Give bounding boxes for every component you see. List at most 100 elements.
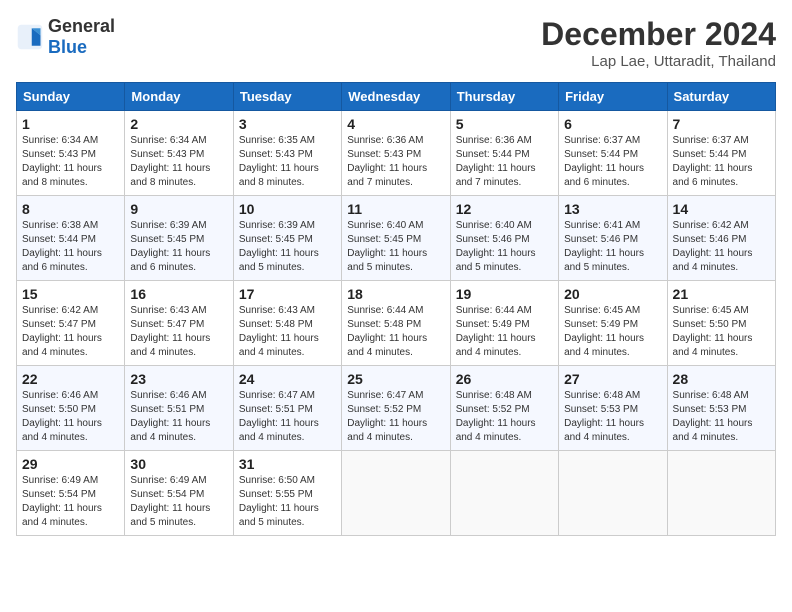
calendar-cell: 31 Sunrise: 6:50 AMSunset: 5:55 PMDaylig… — [233, 451, 341, 536]
calendar-cell: 25 Sunrise: 6:47 AMSunset: 5:52 PMDaylig… — [342, 366, 450, 451]
day-info: Sunrise: 6:48 AMSunset: 5:52 PMDaylight:… — [456, 390, 536, 443]
calendar-cell: 22 Sunrise: 6:46 AMSunset: 5:50 PMDaylig… — [17, 366, 125, 451]
day-info: Sunrise: 6:39 AMSunset: 5:45 PMDaylight:… — [239, 220, 319, 273]
day-info: Sunrise: 6:50 AMSunset: 5:55 PMDaylight:… — [239, 475, 319, 528]
day-number: 8 — [22, 201, 119, 217]
calendar-cell: 8 Sunrise: 6:38 AMSunset: 5:44 PMDayligh… — [17, 196, 125, 281]
day-number: 20 — [564, 286, 661, 302]
day-info: Sunrise: 6:44 AMSunset: 5:48 PMDaylight:… — [347, 305, 427, 358]
day-number: 21 — [673, 286, 770, 302]
calendar-cell: 13 Sunrise: 6:41 AMSunset: 5:46 PMDaylig… — [559, 196, 667, 281]
day-info: Sunrise: 6:49 AMSunset: 5:54 PMDaylight:… — [22, 475, 102, 528]
logo-blue-text: Blue — [48, 37, 87, 57]
day-info: Sunrise: 6:47 AMSunset: 5:51 PMDaylight:… — [239, 390, 319, 443]
page-header: General Blue December 2024 Lap Lae, Utta… — [16, 16, 776, 70]
calendar-day-header: Saturday — [667, 83, 775, 111]
day-info: Sunrise: 6:45 AMSunset: 5:49 PMDaylight:… — [564, 305, 644, 358]
day-info: Sunrise: 6:43 AMSunset: 5:48 PMDaylight:… — [239, 305, 319, 358]
calendar-day-header: Thursday — [450, 83, 558, 111]
logo-icon — [16, 23, 44, 51]
day-info: Sunrise: 6:34 AMSunset: 5:43 PMDaylight:… — [22, 135, 102, 188]
calendar-day-header: Tuesday — [233, 83, 341, 111]
calendar-week-row: 8 Sunrise: 6:38 AMSunset: 5:44 PMDayligh… — [17, 196, 776, 281]
day-info: Sunrise: 6:35 AMSunset: 5:43 PMDaylight:… — [239, 135, 319, 188]
calendar-cell: 6 Sunrise: 6:37 AMSunset: 5:44 PMDayligh… — [559, 111, 667, 196]
day-info: Sunrise: 6:45 AMSunset: 5:50 PMDaylight:… — [673, 305, 753, 358]
day-number: 15 — [22, 286, 119, 302]
day-info: Sunrise: 6:40 AMSunset: 5:45 PMDaylight:… — [347, 220, 427, 273]
calendar-cell: 29 Sunrise: 6:49 AMSunset: 5:54 PMDaylig… — [17, 451, 125, 536]
calendar-cell: 9 Sunrise: 6:39 AMSunset: 5:45 PMDayligh… — [125, 196, 233, 281]
day-info: Sunrise: 6:42 AMSunset: 5:46 PMDaylight:… — [673, 220, 753, 273]
day-number: 30 — [130, 456, 227, 472]
day-number: 28 — [673, 371, 770, 387]
day-number: 18 — [347, 286, 444, 302]
calendar-cell — [667, 451, 775, 536]
day-info: Sunrise: 6:43 AMSunset: 5:47 PMDaylight:… — [130, 305, 210, 358]
day-number: 25 — [347, 371, 444, 387]
day-info: Sunrise: 6:40 AMSunset: 5:46 PMDaylight:… — [456, 220, 536, 273]
calendar-cell: 15 Sunrise: 6:42 AMSunset: 5:47 PMDaylig… — [17, 281, 125, 366]
calendar-cell: 14 Sunrise: 6:42 AMSunset: 5:46 PMDaylig… — [667, 196, 775, 281]
day-number: 16 — [130, 286, 227, 302]
day-info: Sunrise: 6:49 AMSunset: 5:54 PMDaylight:… — [130, 475, 210, 528]
day-info: Sunrise: 6:34 AMSunset: 5:43 PMDaylight:… — [130, 135, 210, 188]
location-title: Lap Lae, Uttaradit, Thailand — [541, 53, 776, 70]
day-number: 19 — [456, 286, 553, 302]
calendar-day-header: Monday — [125, 83, 233, 111]
calendar-day-header: Wednesday — [342, 83, 450, 111]
day-number: 2 — [130, 116, 227, 132]
day-info: Sunrise: 6:47 AMSunset: 5:52 PMDaylight:… — [347, 390, 427, 443]
calendar-cell: 3 Sunrise: 6:35 AMSunset: 5:43 PMDayligh… — [233, 111, 341, 196]
day-info: Sunrise: 6:37 AMSunset: 5:44 PMDaylight:… — [673, 135, 753, 188]
calendar-cell — [559, 451, 667, 536]
day-number: 5 — [456, 116, 553, 132]
day-number: 24 — [239, 371, 336, 387]
calendar-header-row: SundayMondayTuesdayWednesdayThursdayFrid… — [17, 83, 776, 111]
day-number: 13 — [564, 201, 661, 217]
day-number: 26 — [456, 371, 553, 387]
calendar-cell: 24 Sunrise: 6:47 AMSunset: 5:51 PMDaylig… — [233, 366, 341, 451]
calendar-week-row: 1 Sunrise: 6:34 AMSunset: 5:43 PMDayligh… — [17, 111, 776, 196]
calendar-cell: 1 Sunrise: 6:34 AMSunset: 5:43 PMDayligh… — [17, 111, 125, 196]
calendar-cell: 16 Sunrise: 6:43 AMSunset: 5:47 PMDaylig… — [125, 281, 233, 366]
day-number: 11 — [347, 201, 444, 217]
day-number: 17 — [239, 286, 336, 302]
calendar-cell: 5 Sunrise: 6:36 AMSunset: 5:44 PMDayligh… — [450, 111, 558, 196]
day-number: 6 — [564, 116, 661, 132]
day-info: Sunrise: 6:41 AMSunset: 5:46 PMDaylight:… — [564, 220, 644, 273]
calendar-cell: 19 Sunrise: 6:44 AMSunset: 5:49 PMDaylig… — [450, 281, 558, 366]
calendar-cell: 10 Sunrise: 6:39 AMSunset: 5:45 PMDaylig… — [233, 196, 341, 281]
day-number: 23 — [130, 371, 227, 387]
day-number: 27 — [564, 371, 661, 387]
calendar-cell: 28 Sunrise: 6:48 AMSunset: 5:53 PMDaylig… — [667, 366, 775, 451]
day-number: 12 — [456, 201, 553, 217]
day-number: 7 — [673, 116, 770, 132]
title-block: December 2024 Lap Lae, Uttaradit, Thaila… — [541, 16, 776, 70]
day-number: 10 — [239, 201, 336, 217]
calendar-week-row: 15 Sunrise: 6:42 AMSunset: 5:47 PMDaylig… — [17, 281, 776, 366]
logo-general-text: General — [48, 16, 115, 36]
day-info: Sunrise: 6:42 AMSunset: 5:47 PMDaylight:… — [22, 305, 102, 358]
day-number: 1 — [22, 116, 119, 132]
calendar-week-row: 22 Sunrise: 6:46 AMSunset: 5:50 PMDaylig… — [17, 366, 776, 451]
calendar-cell: 4 Sunrise: 6:36 AMSunset: 5:43 PMDayligh… — [342, 111, 450, 196]
day-number: 31 — [239, 456, 336, 472]
calendar-cell: 23 Sunrise: 6:46 AMSunset: 5:51 PMDaylig… — [125, 366, 233, 451]
day-number: 29 — [22, 456, 119, 472]
logo: General Blue — [16, 16, 115, 58]
day-info: Sunrise: 6:38 AMSunset: 5:44 PMDaylight:… — [22, 220, 102, 273]
calendar-cell: 30 Sunrise: 6:49 AMSunset: 5:54 PMDaylig… — [125, 451, 233, 536]
day-info: Sunrise: 6:46 AMSunset: 5:51 PMDaylight:… — [130, 390, 210, 443]
calendar-cell: 12 Sunrise: 6:40 AMSunset: 5:46 PMDaylig… — [450, 196, 558, 281]
calendar-cell: 26 Sunrise: 6:48 AMSunset: 5:52 PMDaylig… — [450, 366, 558, 451]
calendar-day-header: Sunday — [17, 83, 125, 111]
calendar-cell — [342, 451, 450, 536]
day-number: 3 — [239, 116, 336, 132]
calendar-table: SundayMondayTuesdayWednesdayThursdayFrid… — [16, 82, 776, 536]
calendar-cell: 27 Sunrise: 6:48 AMSunset: 5:53 PMDaylig… — [559, 366, 667, 451]
calendar-cell: 20 Sunrise: 6:45 AMSunset: 5:49 PMDaylig… — [559, 281, 667, 366]
calendar-cell: 7 Sunrise: 6:37 AMSunset: 5:44 PMDayligh… — [667, 111, 775, 196]
day-info: Sunrise: 6:44 AMSunset: 5:49 PMDaylight:… — [456, 305, 536, 358]
calendar-cell: 2 Sunrise: 6:34 AMSunset: 5:43 PMDayligh… — [125, 111, 233, 196]
